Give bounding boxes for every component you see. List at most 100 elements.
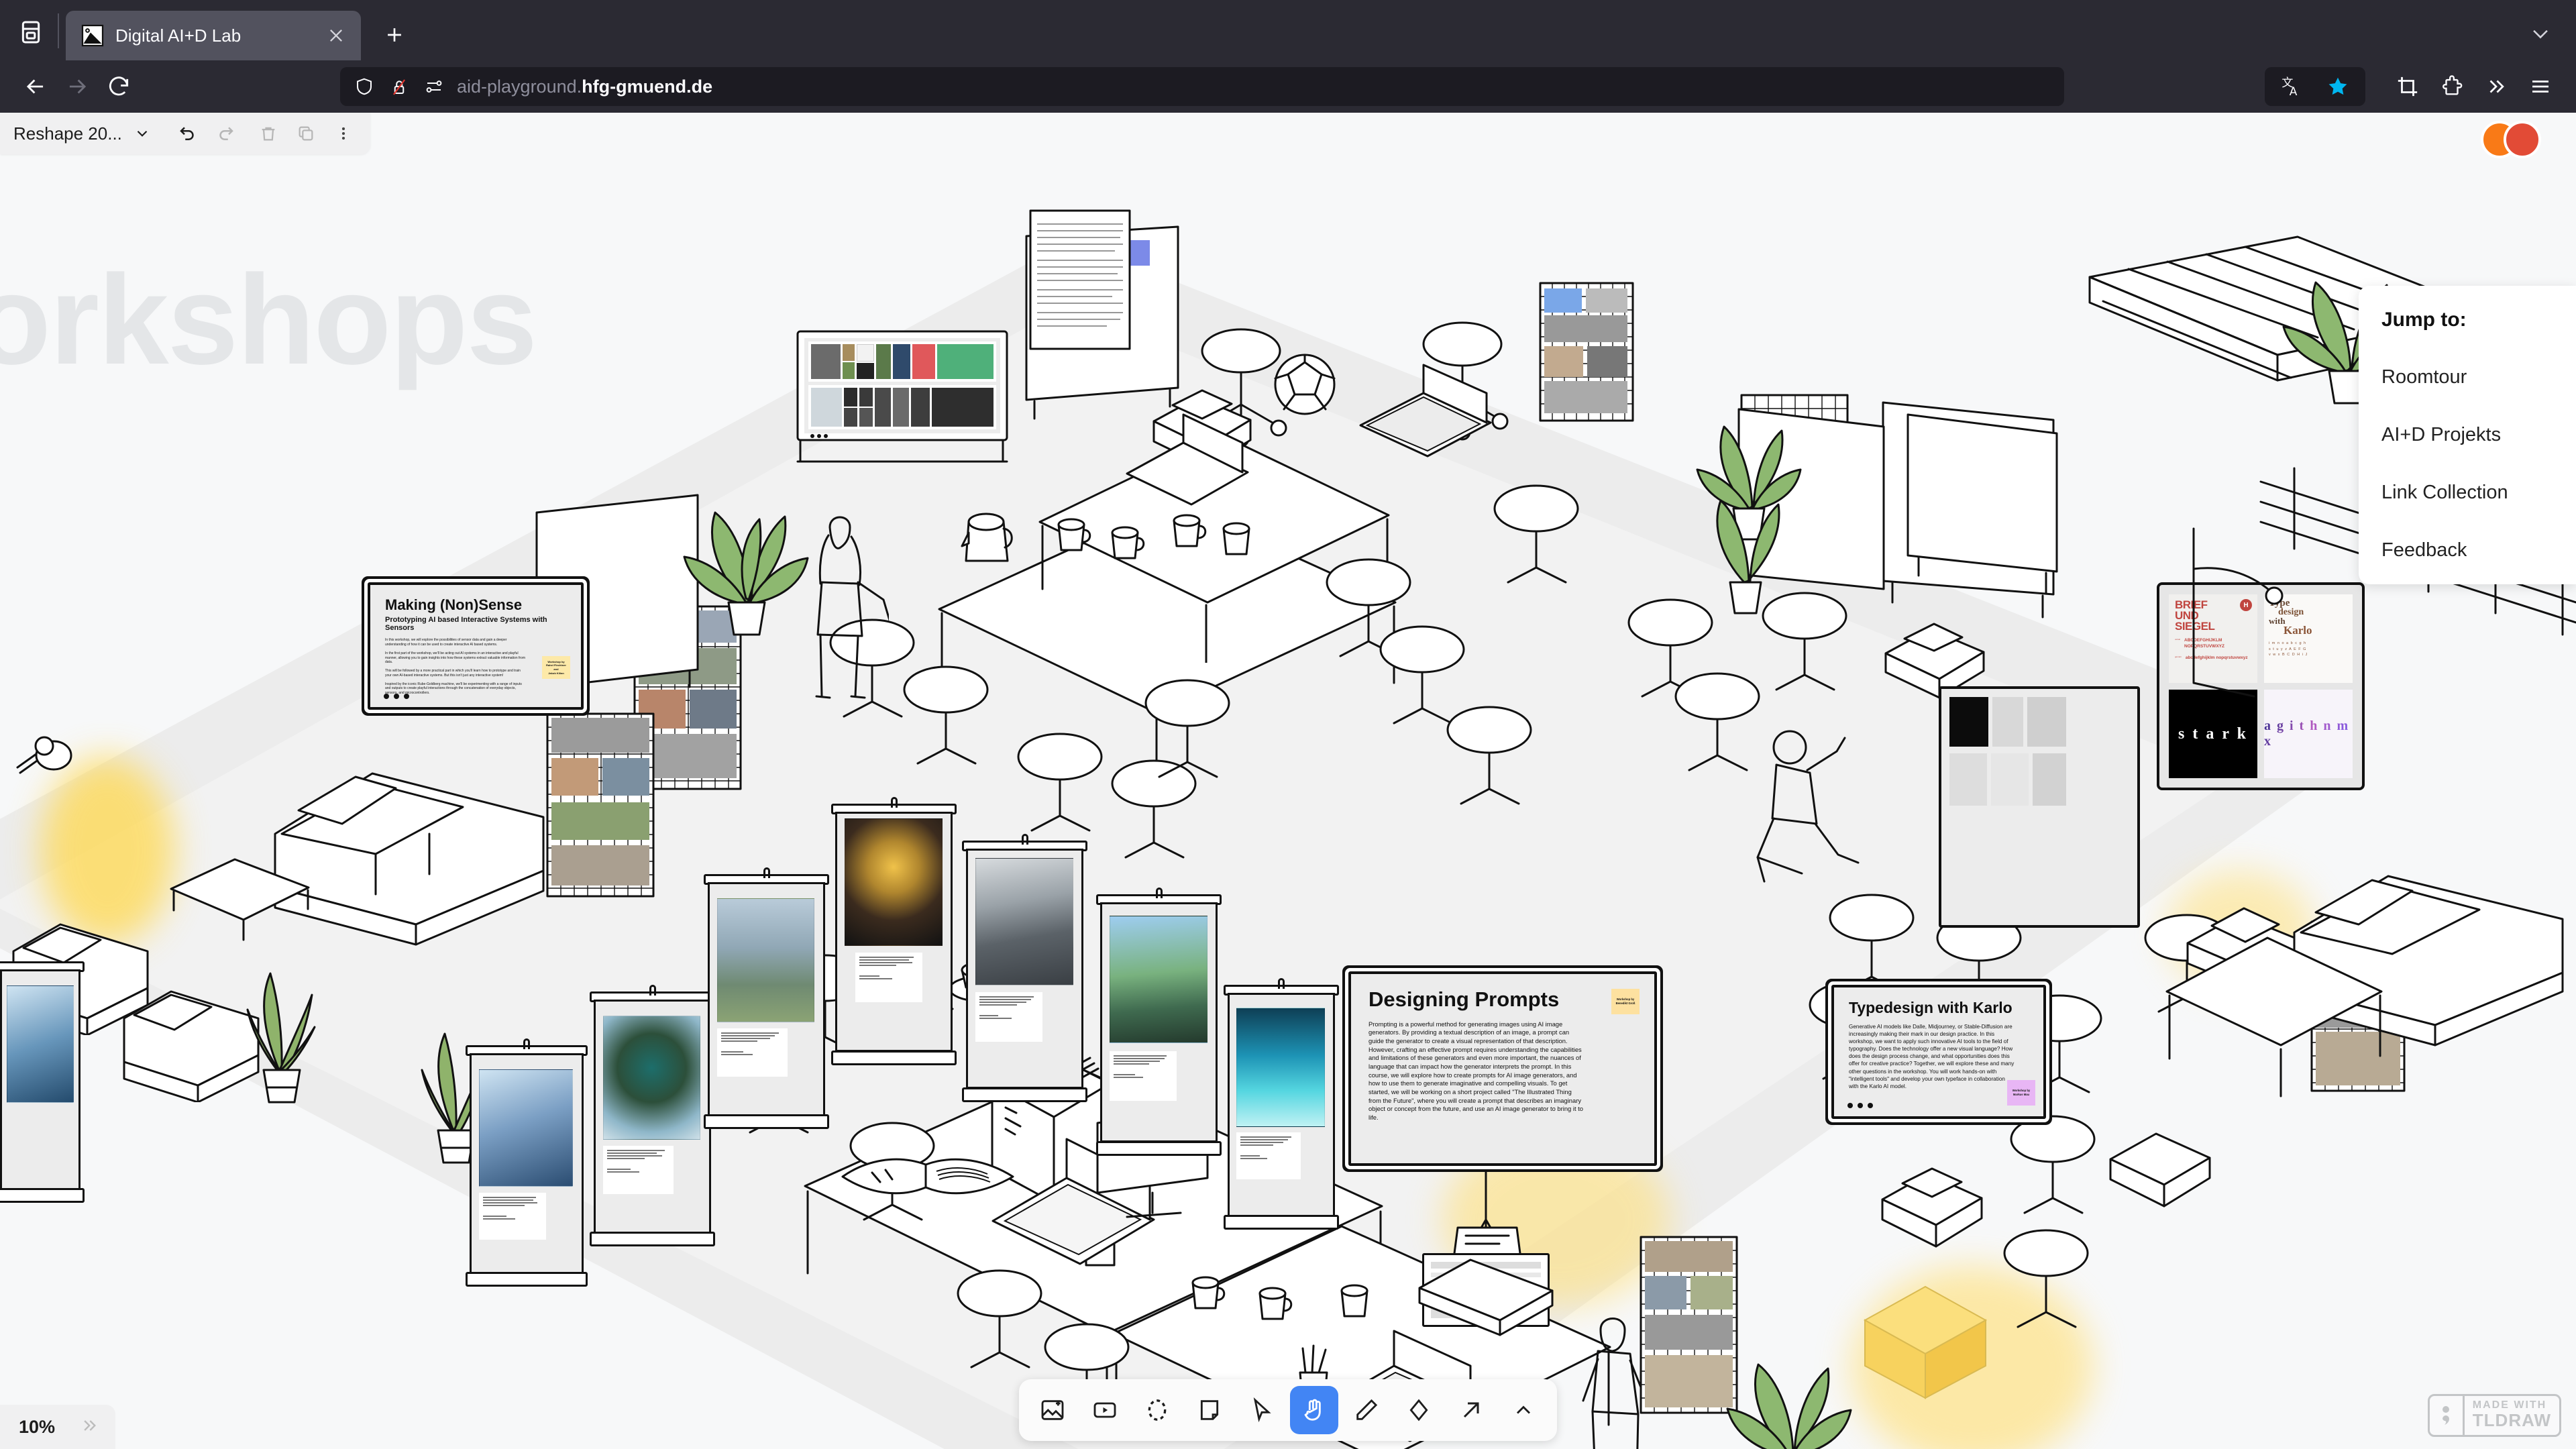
sticky-note-text: Workshop by Markus Mau [2012,1088,2031,1096]
banner-ai-art-6 [1096,888,1222,1156]
sticky-note: Workshop by Markus Mau [2007,1080,2035,1106]
toolbar-actions: 文A [2265,66,2561,107]
more-vertical-icon[interactable] [326,116,361,151]
plant-bottom-right [1726,1363,1852,1449]
slide-paragraph: In the first part of the workshop, we'll… [385,651,525,665]
navigation-bar: aid-playground.hfg-gmuend.de 文A [0,60,2576,113]
mesh-panel-1 [1539,282,1634,422]
laptop-table-top [1126,413,1249,506]
image-icon [80,23,105,48]
slide-making-nonsense[interactable]: Making (Non)Sense Prototyping AI based I… [368,582,584,710]
type-poster-wall [1939,686,2140,928]
printer-bottom-right-2 [2109,1132,2211,1208]
tldraw-canvas[interactable]: orkshops Making (Non)Sense Prototyping A… [0,113,2576,1449]
extension-puzzle-icon[interactable] [2431,66,2473,107]
jump-to-item-roomtour[interactable]: Roomtour [2381,366,2576,388]
monitor-top-right [1907,413,2058,594]
cookie-blocked-icon[interactable] [387,74,411,99]
laptop-top-right [1359,364,1492,458]
made-with-tldraw-badge[interactable]: MADE WITH TLDRAW [2427,1393,2561,1437]
trash-icon[interactable] [251,116,286,151]
soccer-ball [1274,354,1336,415]
undo-icon[interactable] [170,116,205,151]
tab-list-icon[interactable] [7,8,55,56]
sticky-note: Workshop by Rahel Flechtner and Jakob Ki… [542,656,570,679]
slide-title: Making (Non)Sense [385,596,523,613]
browser-window: Digital AI+D Lab aid-playground.hfg-gmue… [0,0,2576,1449]
slide-dots [1847,1103,1873,1108]
back-arrow-icon[interactable] [15,66,56,107]
jump-to-item-feedback[interactable]: Feedback [2381,539,2576,561]
slide-paragraph: Prompting is a powerful method for gener… [1368,1020,1583,1122]
banner-ai-art-1 [466,1038,588,1287]
url-text: aid-playground.hfg-gmuend.de [457,76,713,97]
image-plus-icon[interactable] [1028,1386,1077,1434]
banner-ai-art-3 [704,867,829,1129]
slide-paragraph: This will be followed by a more practica… [385,669,521,678]
eraser-icon[interactable] [1395,1386,1443,1434]
window-collapse-button[interactable] [2522,19,2559,48]
zoom-value[interactable]: 10% [19,1417,55,1438]
new-tab-button[interactable] [373,13,416,56]
video-embed-icon[interactable] [1081,1386,1129,1434]
tldraw-toolbar [1019,1379,1557,1441]
slide-title: Designing Prompts [1368,987,1560,1011]
desk-right-bottom [2165,936,2383,1097]
collaborator-avatar-red[interactable] [2504,121,2541,158]
monitor-display [795,329,1010,470]
slide-title: Typedesign with Karlo [1849,999,2012,1016]
pencil-icon[interactable] [1342,1386,1391,1434]
page-name[interactable]: Reshape 20... [13,123,122,144]
arrow-up-right-icon[interactable] [1447,1386,1495,1434]
slide-dots [384,694,409,699]
sticky-note: Workshop by Benedikt Groß [1611,989,1640,1014]
zoom-control[interactable]: 10% [0,1405,116,1449]
translate-icon[interactable]: 文A [2271,66,2313,107]
banner-ai-art-7 [1224,978,1339,1230]
slide-paragraph: In this workshop, we will explore the po… [385,638,507,647]
cursor-arrow-icon[interactable] [1238,1386,1286,1434]
banner-ai-art-5 [962,834,1087,1102]
duplicate-icon[interactable] [288,116,323,151]
url-bar[interactable]: aid-playground.hfg-gmuend.de [340,67,2064,106]
plant-far-right [1716,499,1780,614]
chevron-up-icon[interactable] [1499,1386,1548,1434]
small-devices-center [1418,1258,1554,1336]
reload-icon[interactable] [98,66,140,107]
banner-ai-art-2 [590,985,715,1246]
mesh-panel-4 [546,712,655,898]
slide-subtitle: Prototyping AI based Interactive Systems… [385,616,547,633]
hand-icon[interactable] [1290,1386,1338,1434]
jump-to-item-aid-projekts[interactable]: AI+D Projekts [2381,424,2576,446]
collaborator-avatars [2481,121,2561,161]
hamburger-menu-icon[interactable] [2520,66,2561,107]
sticky-note-icon[interactable] [1185,1386,1234,1434]
crop-icon[interactable] [2387,66,2428,107]
sticky-note-text: Workshop by Benedikt Groß [1615,997,1635,1005]
jump-to-item-link-collection[interactable]: Link Collection [2381,482,2576,504]
tldraw-page-menu: Reshape 20... [0,113,370,154]
jump-to-title: Jump to: [2381,309,2467,331]
chevrons-right-icon[interactable] [79,1416,98,1438]
slide-designing-prompts[interactable]: Designing Prompts Prompting is a powerfu… [1348,971,1657,1166]
person-sitting-right [1756,730,1860,883]
permissions-icon[interactable] [422,74,446,99]
browser-tab[interactable]: Digital AI+D Lab [66,11,361,60]
banner-ai-art-8 [0,955,85,1203]
shelf-right [2192,527,2284,698]
star-icon[interactable] [2317,66,2359,107]
shield-icon[interactable] [352,74,376,99]
plant-monstera-top [683,511,809,636]
badge-line-2: TLDRAW [2472,1409,2551,1430]
slide-paragraph: Generative AI models like Dalle, Midjour… [1849,1024,2015,1089]
dashed-ellipse-icon[interactable] [1133,1386,1181,1434]
chevrons-right-icon[interactable] [2475,66,2517,107]
semicolon-mark-icon [2430,1395,2465,1435]
tab-title: Digital AI+D Lab [115,25,241,46]
forward-arrow-icon[interactable] [56,66,98,107]
slide-typedesign-karlo[interactable]: Typedesign with Karlo Generative AI mode… [1831,985,2046,1119]
jump-to-panel: Jump to: Roomtour AI+D Projekts Link Col… [2359,286,2576,584]
chevron-down-icon[interactable] [125,116,160,151]
redo-icon[interactable] [208,116,243,151]
close-icon[interactable] [321,20,352,51]
